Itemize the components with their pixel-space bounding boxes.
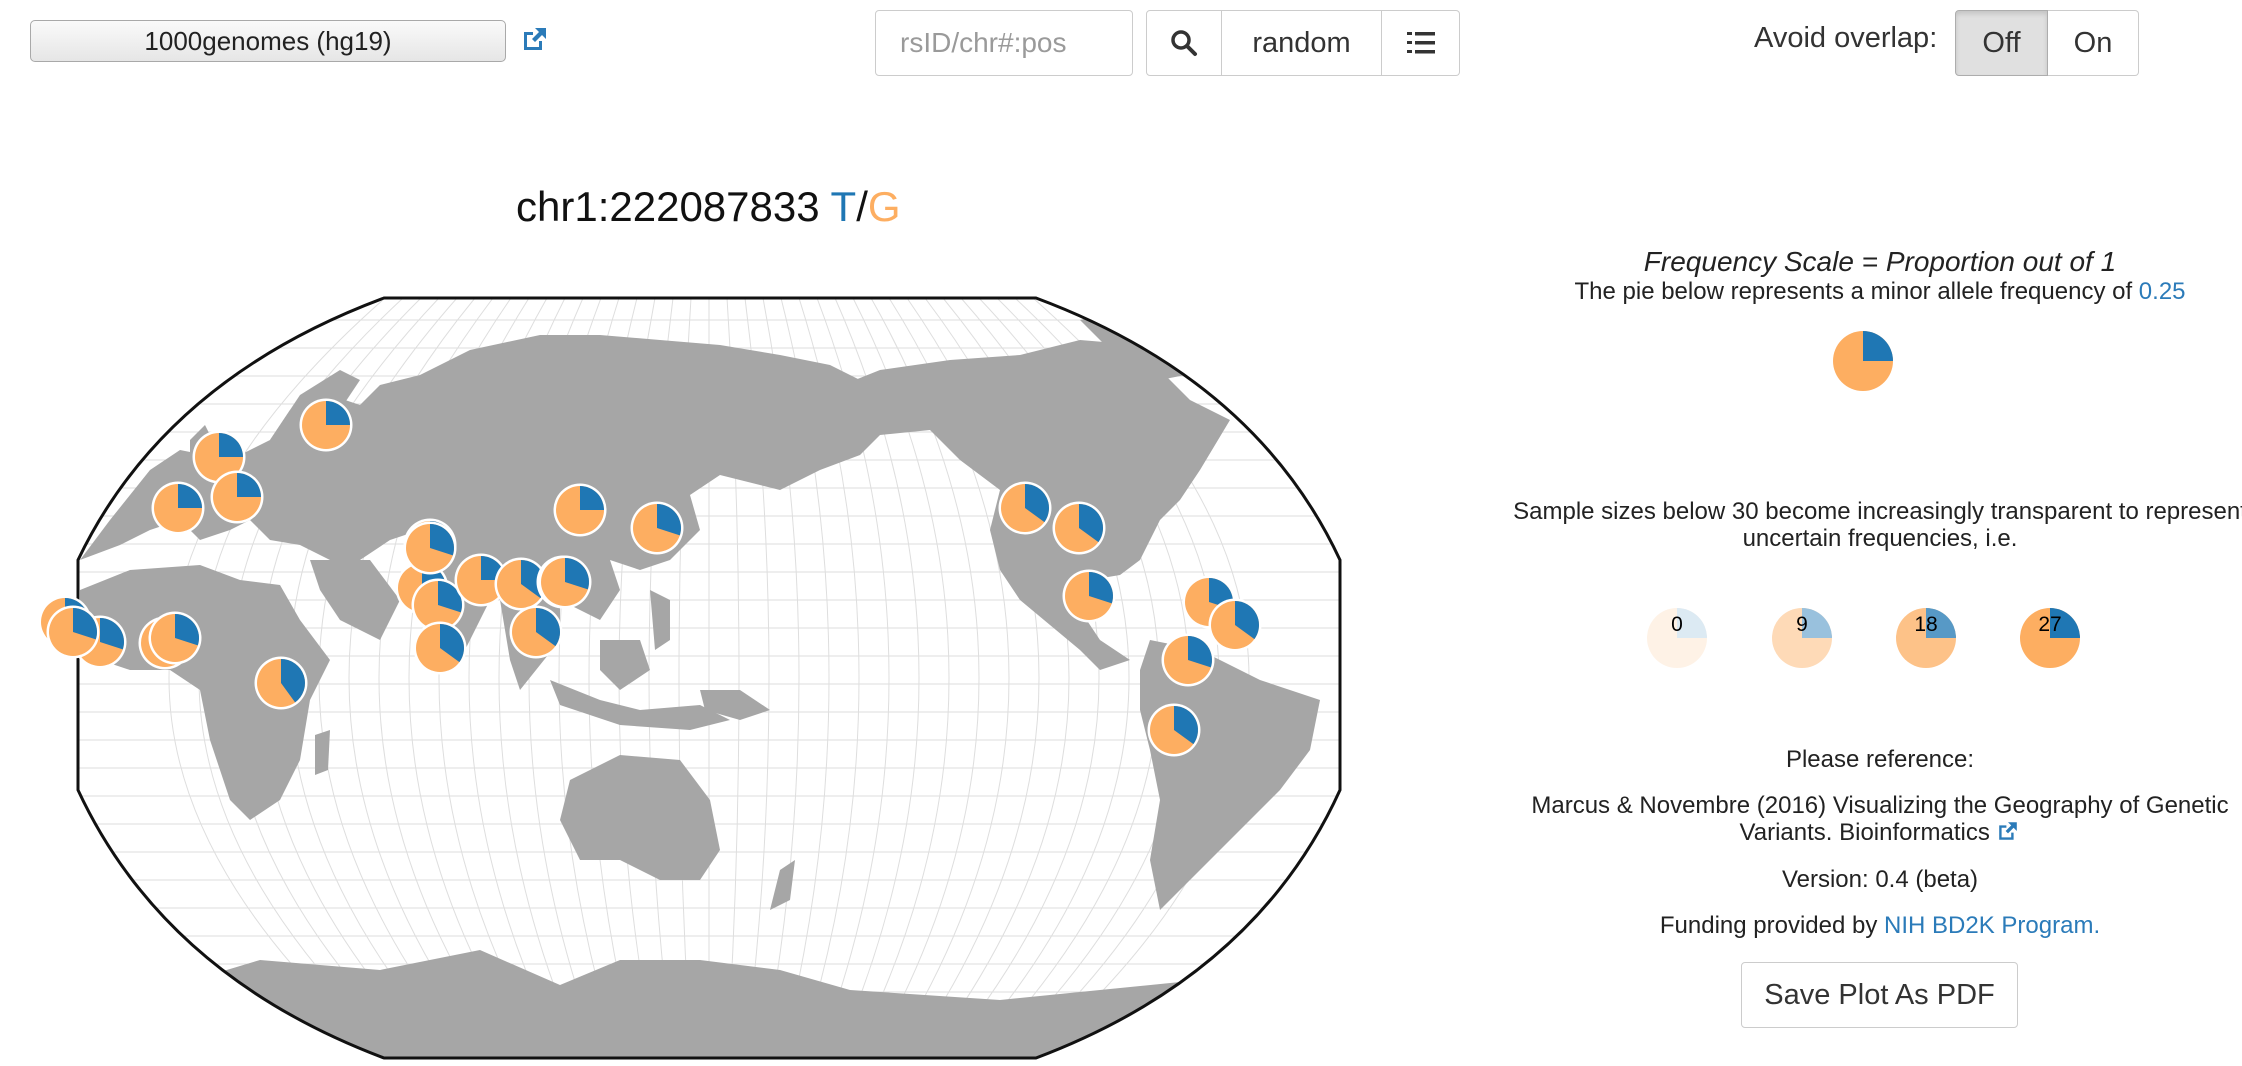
world-map: [38, 296, 1342, 1060]
list-button[interactable]: [1382, 10, 1460, 76]
frequency-scale-subtitle: The pie below represents a minor allele …: [1520, 278, 2240, 306]
reference-citation: Marcus & Novembre (2016) Visualizing the…: [1520, 792, 2240, 846]
funding-prefix: Funding provided by: [1659, 912, 1878, 939]
funding-text: Funding provided by NIH BD2K Program.: [1540, 912, 2220, 940]
sample-size-label: 18: [1914, 613, 1937, 636]
frequency-scale-text: The pie below represents a minor allele …: [1574, 278, 2133, 305]
population-pie: [1161, 633, 1215, 687]
list-icon: [1406, 32, 1435, 54]
sample-size-label: 27: [2038, 613, 2061, 636]
version-text: Version: 0.4 (beta): [1781, 866, 1979, 893]
population-pie: [1208, 598, 1262, 652]
population-pie: [509, 605, 563, 659]
overlap-on-button[interactable]: On: [2048, 10, 2139, 76]
avoid-overlap-label: Avoid overlap:: [1754, 22, 1938, 54]
reference-heading: Please reference:: [1785, 746, 1975, 773]
reference-citation-text: Marcus & Novembre (2016) Visualizing the…: [1531, 792, 2229, 846]
population-pie: [46, 605, 100, 659]
population-pie: [254, 656, 308, 710]
population-pie: [148, 611, 202, 665]
population-pie: [998, 481, 1052, 535]
external-link-icon[interactable]: [1996, 819, 2020, 843]
frequency-scale-pie: [1830, 328, 1896, 394]
funding-link[interactable]: NIH BD2K Program.: [1884, 912, 2100, 939]
overlap-off-button[interactable]: Off: [1955, 10, 2048, 76]
sample-size-legend: 0 9 18 27: [1644, 605, 2083, 671]
population-pie: [210, 470, 264, 524]
population-pie: [151, 481, 205, 535]
population-pie: [553, 483, 607, 537]
population-pie: [1052, 501, 1106, 555]
population-pie: [299, 398, 353, 452]
scale-pie-chart: [1830, 328, 1896, 394]
population-pie: [630, 501, 684, 555]
pie-minor-slice: [1863, 331, 1893, 361]
avoid-overlap-toggle: Off On: [1955, 10, 2139, 76]
sample-size-label: 0: [1671, 613, 1683, 636]
landmass-madagascar: [315, 730, 330, 775]
population-pie: [1147, 703, 1201, 757]
sample-size-note: Sample sizes below 30 become increasingl…: [1513, 498, 2242, 552]
frequency-scale-value: 0.25: [2138, 278, 2186, 305]
sample-size-label: 9: [1796, 613, 1808, 636]
population-pie: [1062, 569, 1116, 623]
frequency-scale-title: Frequency Scale = Proportion out of 1: [1643, 246, 2117, 277]
population-pie: [413, 621, 467, 675]
population-pie: [403, 521, 457, 575]
save-pdf-button[interactable]: Save Plot As PDF: [1741, 962, 2018, 1028]
population-pie: [538, 555, 592, 609]
